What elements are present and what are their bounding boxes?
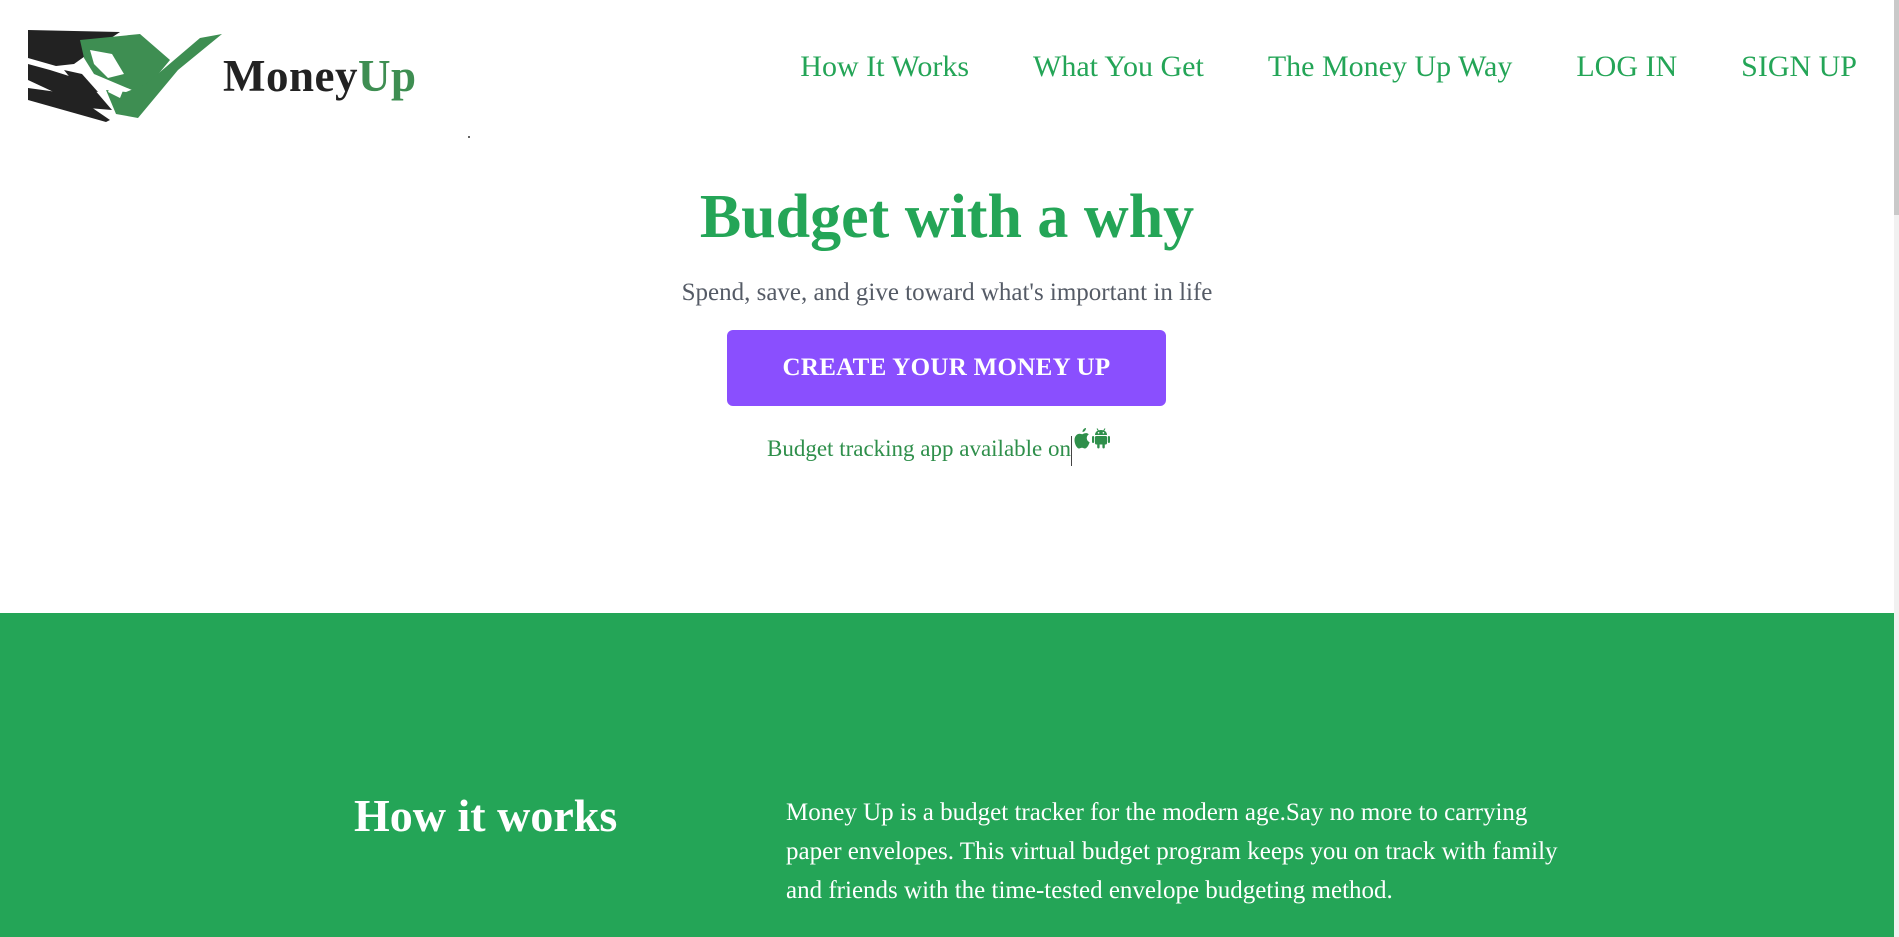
- hero-section: Budget with a why Spend, save, and give …: [0, 140, 1894, 613]
- how-it-works-section: How it works Money Up is a budget tracke…: [0, 613, 1894, 937]
- apple-icon[interactable]: [1074, 428, 1092, 450]
- logo-wordmark: MoneyUp: [223, 50, 417, 102]
- site-header: MoneyUp How It Works What You Get The Mo…: [0, 0, 1894, 140]
- nav-link-how-it-works[interactable]: How It Works: [800, 52, 969, 82]
- store-icon-divider: [1071, 436, 1073, 466]
- store-icons: [1071, 428, 1111, 466]
- logo-wordmark-part1: Money: [223, 51, 358, 101]
- logo-wordmark-part2: Up: [357, 51, 417, 101]
- hero-title: Budget with a why: [699, 183, 1195, 251]
- create-money-up-button[interactable]: CREATE YOUR MONEY UP: [727, 330, 1166, 406]
- how-it-works-title: How it works: [354, 790, 618, 841]
- android-icon[interactable]: [1092, 428, 1111, 450]
- hero-subtitle: Spend, save, and give toward what's impo…: [681, 279, 1213, 306]
- nav-link-money-up-way[interactable]: The Money Up Way: [1268, 52, 1512, 82]
- nav-link-what-you-get[interactable]: What You Get: [1033, 52, 1204, 82]
- logo-dot: [468, 136, 470, 138]
- logo-check-icon: [28, 30, 222, 122]
- nav-link-log-in[interactable]: LOG IN: [1576, 52, 1677, 82]
- brand-logo[interactable]: MoneyUp: [28, 30, 470, 138]
- page-scrollbar[interactable]: [1894, 0, 1899, 937]
- scrollbar-thumb[interactable]: [1894, 0, 1899, 215]
- page: MoneyUp How It Works What You Get The Mo…: [0, 0, 1899, 937]
- how-it-works-description: Money Up is a budget tracker for the mod…: [786, 799, 1558, 904]
- app-availability: Budget tracking app available on: [767, 428, 1111, 466]
- main-nav: How It Works What You Get The Money Up W…: [800, 52, 1857, 82]
- nav-link-sign-up[interactable]: SIGN UP: [1741, 52, 1857, 82]
- availability-text: Budget tracking app available on: [767, 436, 1072, 461]
